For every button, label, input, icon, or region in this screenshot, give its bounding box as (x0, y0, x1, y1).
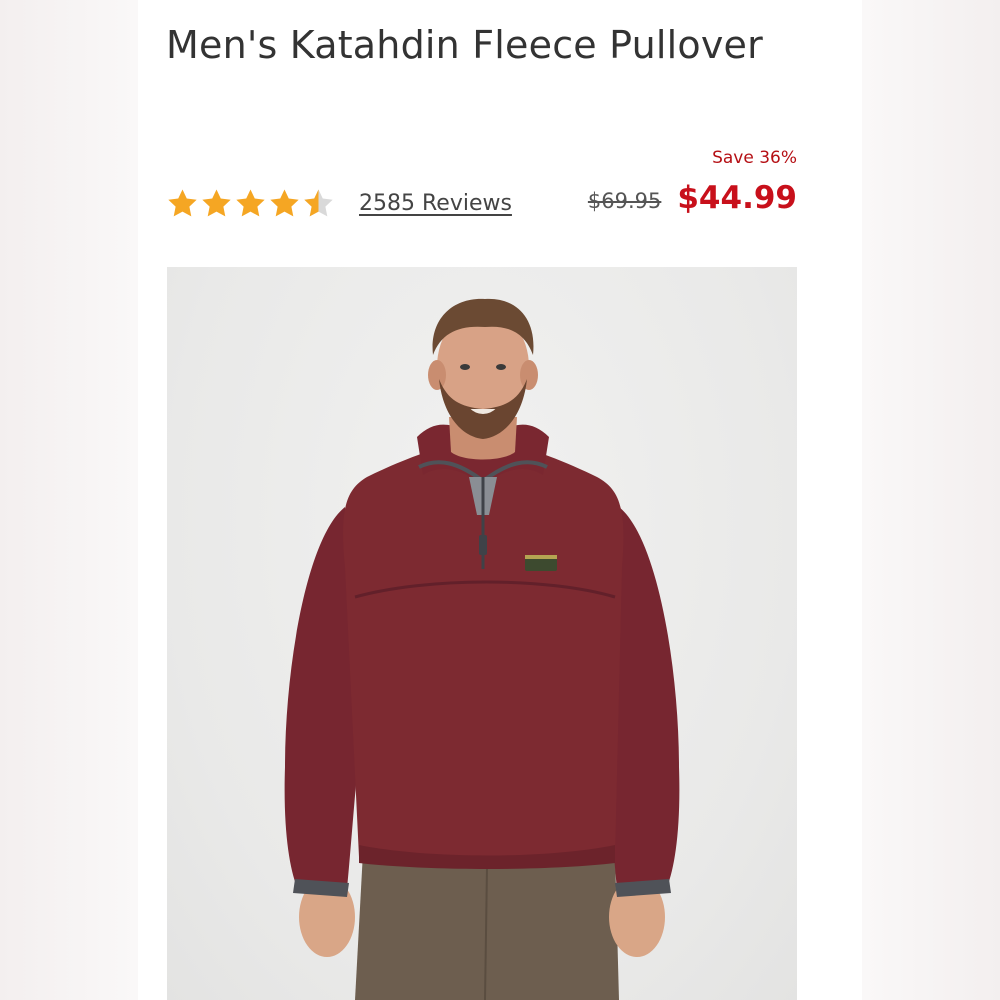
product-title: Men's Katahdin Fleece Pullover (166, 23, 763, 67)
star-icon (202, 188, 231, 216)
reviews-link[interactable]: 2585 Reviews (359, 191, 512, 216)
model-illustration (284, 298, 680, 1000)
rating-row: 2585 Reviews (166, 183, 512, 223)
zipper-pull (479, 535, 487, 555)
product-panel: Men's Katahdin Fleece Pullover Save 36% … (138, 0, 862, 1000)
right-backdrop (862, 0, 1000, 1000)
left-backdrop (0, 0, 138, 1000)
star-icon (236, 188, 265, 216)
half-star-icon (304, 188, 333, 216)
star-icon (270, 188, 299, 216)
star-rating[interactable] (166, 187, 335, 220)
save-percent-badge: Save 36% (712, 148, 797, 168)
product-image[interactable] (167, 267, 797, 1000)
original-price: $69.95 (587, 189, 662, 213)
star-icon (168, 188, 197, 216)
sale-price: $44.99 (677, 180, 797, 216)
price-row: $69.95 $44.99 (588, 180, 797, 216)
